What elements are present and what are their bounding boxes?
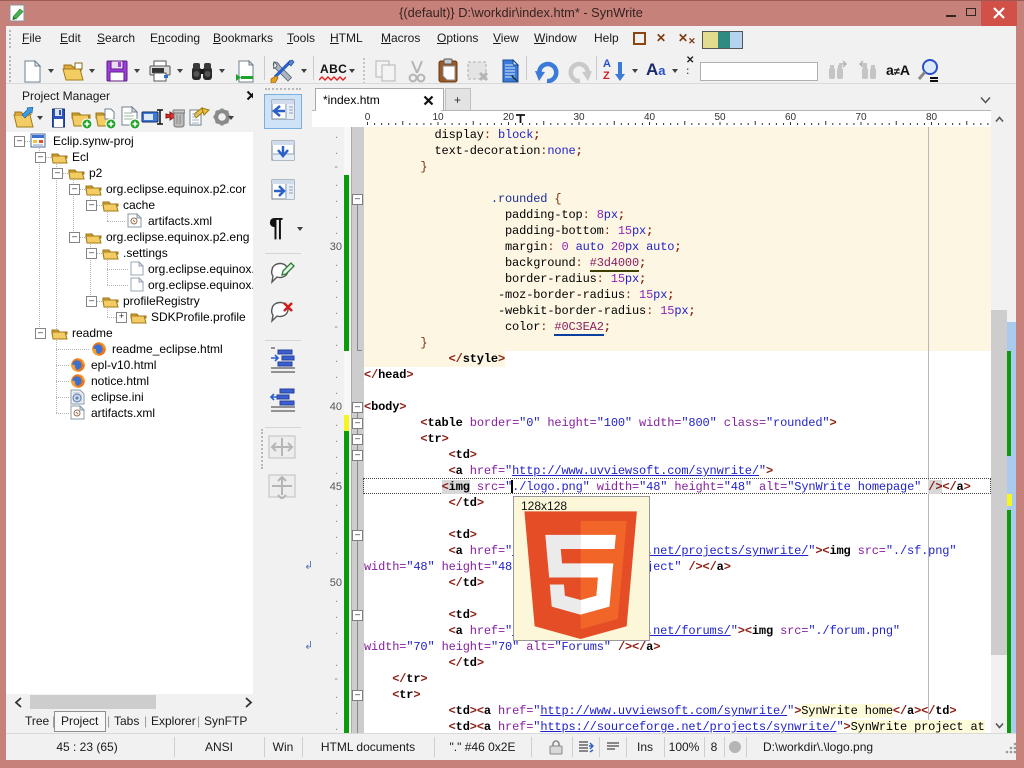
svg-text:70: 70	[855, 112, 867, 123]
svg-text:0: 0	[365, 112, 371, 123]
svg-text:10: 10	[432, 112, 444, 123]
svg-text:40: 40	[644, 112, 656, 123]
svg-text:60: 60	[785, 112, 797, 123]
svg-text:80: 80	[926, 112, 938, 123]
svg-text:20: 20	[503, 112, 515, 123]
svg-text:30: 30	[573, 112, 585, 123]
svg-text:50: 50	[714, 112, 726, 123]
